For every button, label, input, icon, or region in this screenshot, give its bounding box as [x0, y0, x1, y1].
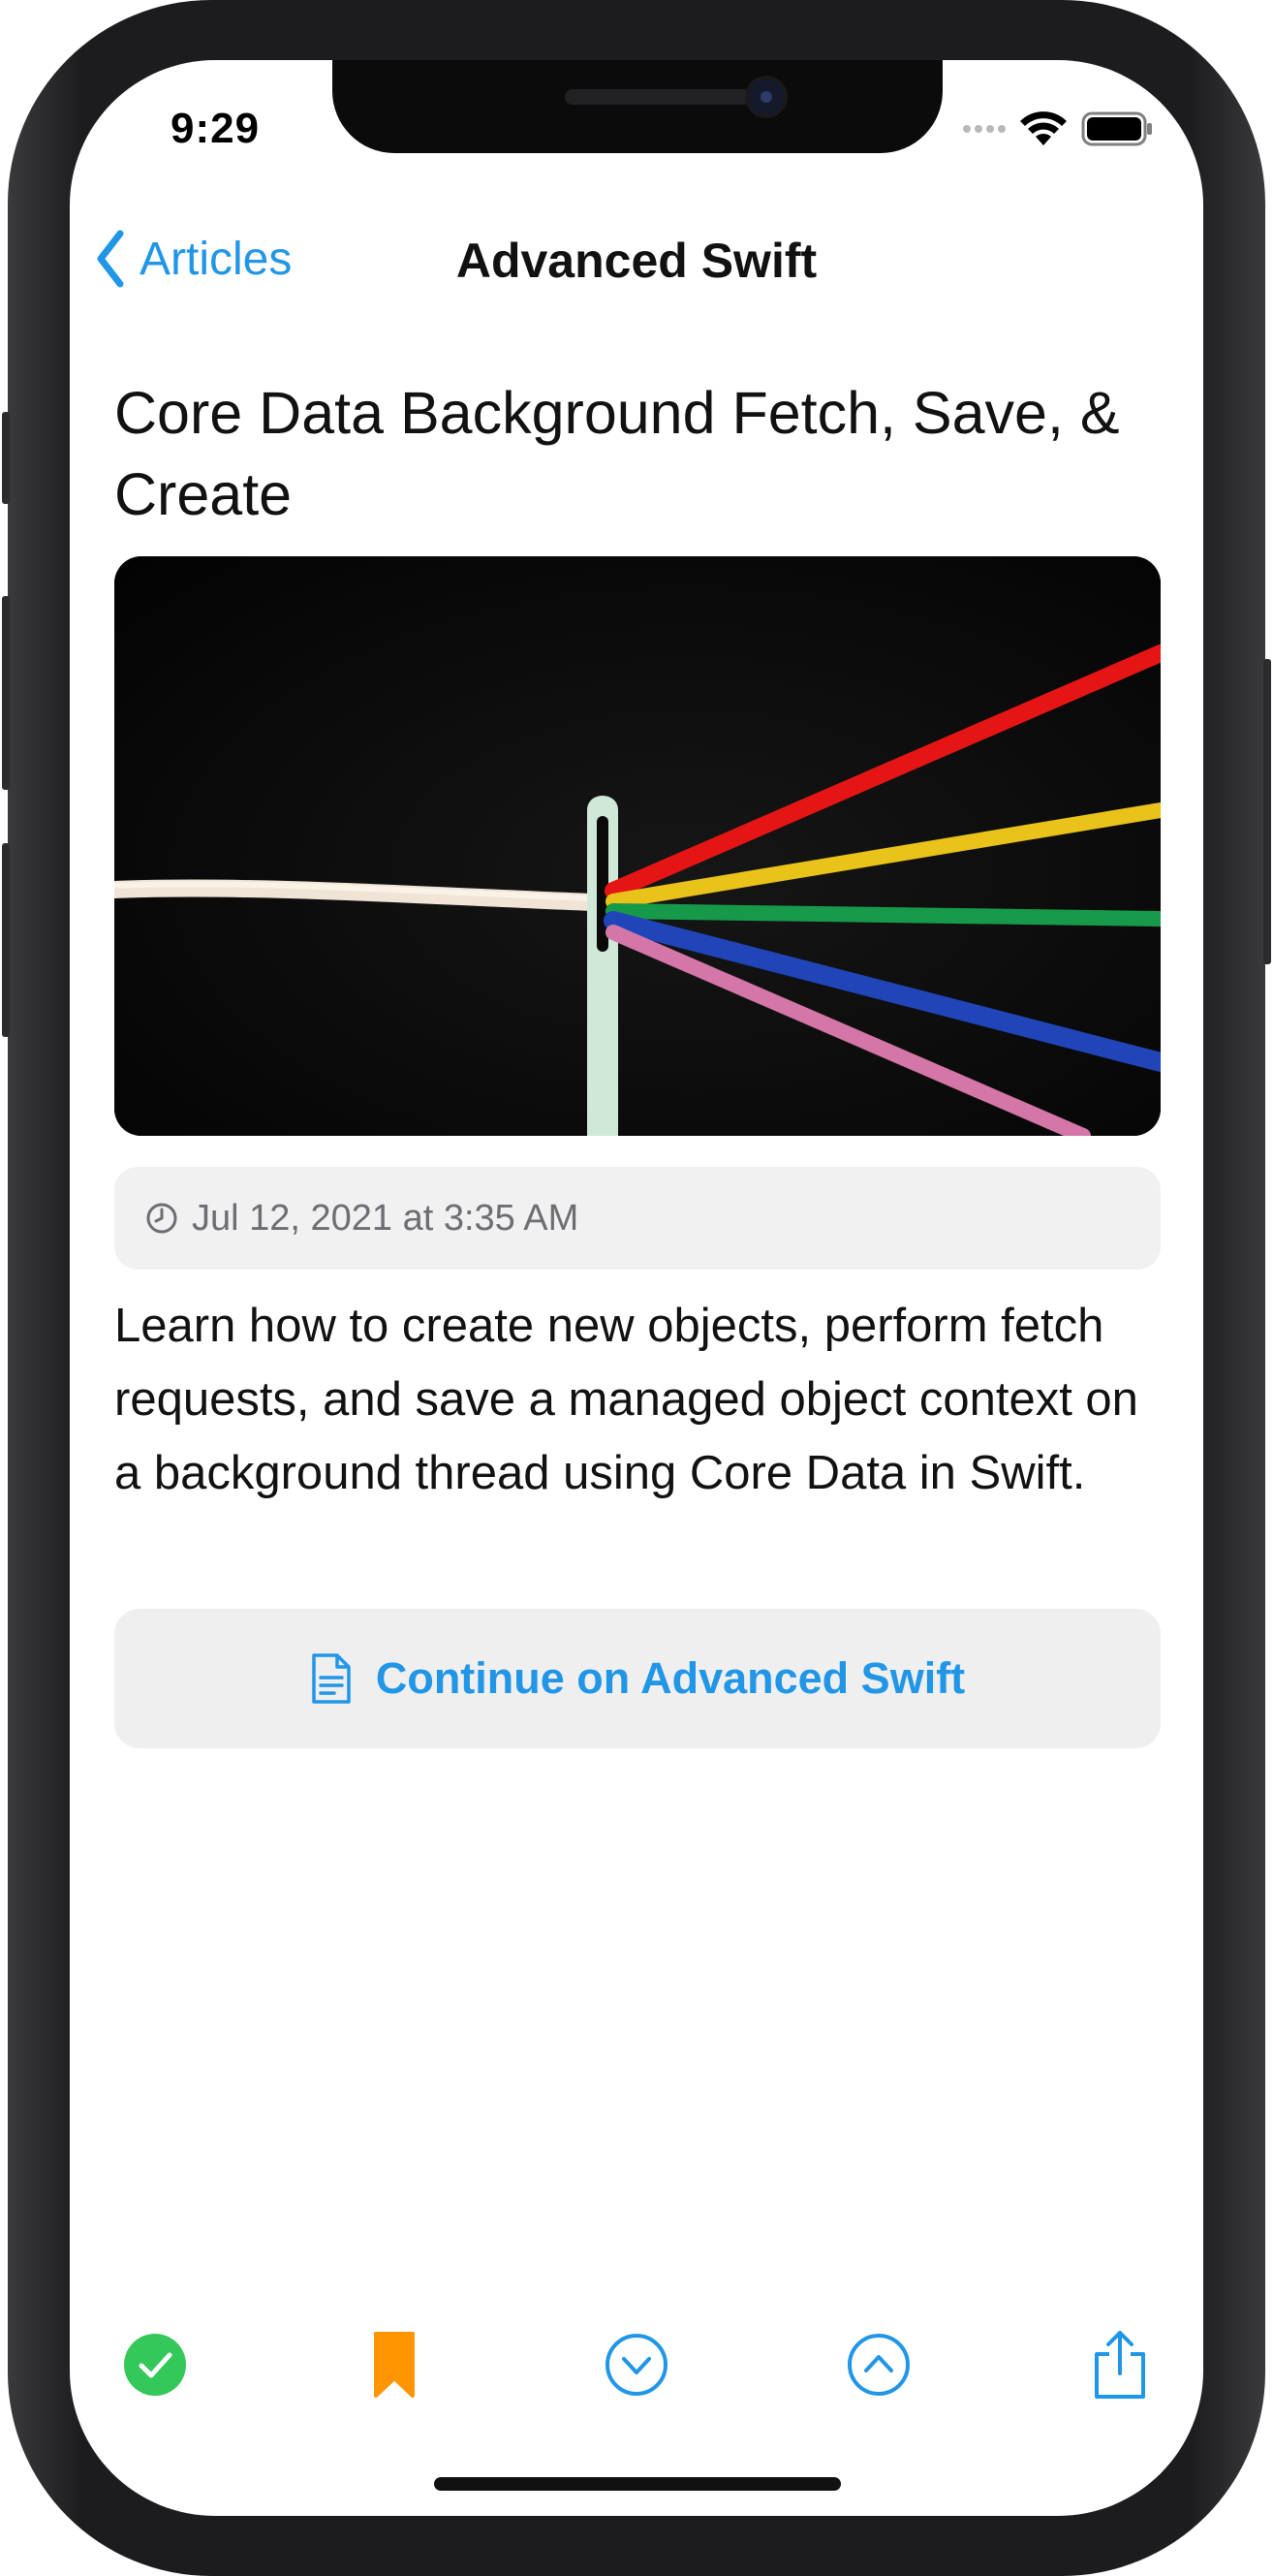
article-summary: Learn how to create new objects, perform…	[114, 1300, 1138, 1499]
previous-article-button[interactable]	[821, 2307, 937, 2423]
hero-image	[114, 556, 1161, 1136]
article-date: Jul 12, 2021 at 3:35 AM	[192, 1197, 579, 1239]
bottom-toolbar	[70, 2307, 1203, 2423]
power-button	[1263, 659, 1271, 964]
document-icon	[312, 1653, 351, 1704]
clock-icon	[146, 1203, 177, 1234]
signal-dots-icon	[963, 125, 1006, 133]
share-button[interactable]	[1062, 2307, 1178, 2423]
chevron-down-circle-icon	[605, 2334, 668, 2396]
share-icon	[1095, 2331, 1145, 2399]
volume-down-button	[2, 843, 10, 1037]
status-time: 9:29	[171, 105, 261, 152]
status-icons	[963, 110, 1153, 147]
volume-up-button	[2, 596, 10, 790]
chevron-up-circle-icon	[848, 2334, 910, 2396]
next-article-button[interactable]	[578, 2307, 695, 2423]
wifi-icon	[1020, 111, 1067, 145]
battery-icon	[1081, 111, 1152, 146]
front-camera	[745, 76, 788, 118]
checkmark-circle-icon	[124, 2334, 186, 2396]
screen: 9:29 Articles Advanced Swift Core Data B…	[70, 60, 1203, 2516]
continue-reading-label: Continue on Advanced Swift	[375, 1653, 966, 1703]
mark-read-button[interactable]	[97, 2307, 213, 2423]
mute-switch	[2, 412, 10, 504]
home-indicator[interactable]	[434, 2477, 841, 2491]
notch	[332, 60, 943, 153]
speaker-grille	[565, 89, 751, 105]
bookmark-icon	[374, 2332, 415, 2398]
article-title: Core Data Background Fetch, Save, & Crea…	[114, 380, 1120, 527]
date-pill: Jul 12, 2021 at 3:35 AM	[114, 1167, 1161, 1270]
continue-reading-button[interactable]: Continue on Advanced Swift	[114, 1609, 1161, 1748]
bookmark-button[interactable]	[336, 2307, 452, 2423]
nav-title: Advanced Swift	[455, 234, 818, 288]
